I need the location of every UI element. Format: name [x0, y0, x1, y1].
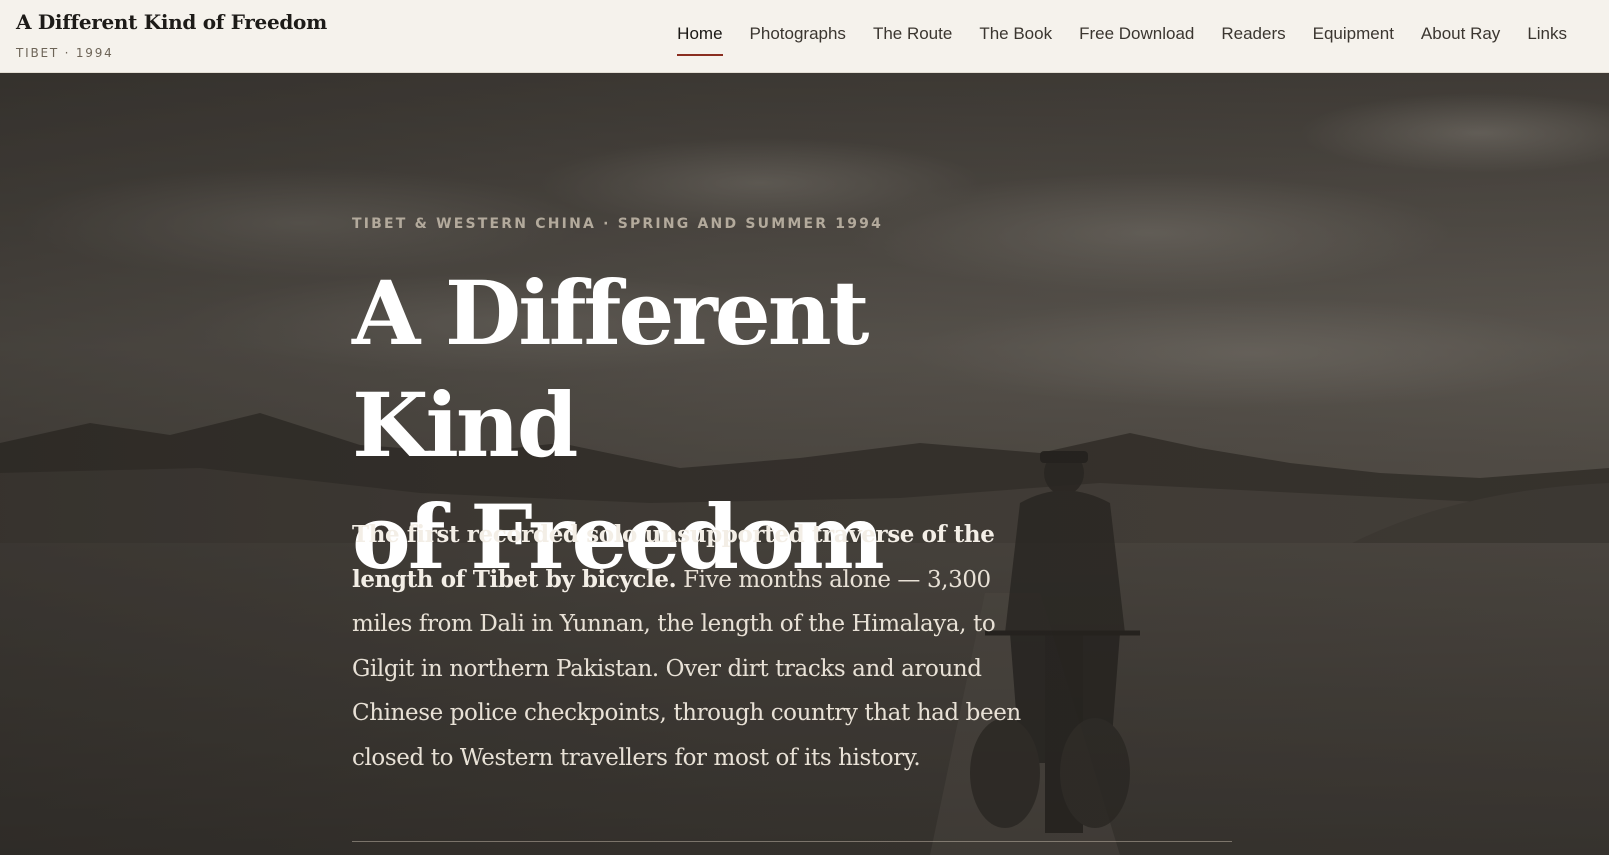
site-header: A Different Kind of Freedom TIBET · 1994…	[0, 0, 1609, 73]
site-title[interactable]: A Different Kind of Freedom	[16, 10, 327, 34]
hero-lead: The first recorded solo unsupported trav…	[352, 513, 1042, 780]
nav-item-home[interactable]: Home	[677, 0, 723, 73]
nav-item-links[interactable]: Links	[1527, 0, 1567, 73]
main-nav: Home Photographs The Route The Book Free…	[677, 0, 1567, 73]
nav-item-equipment[interactable]: Equipment	[1313, 0, 1394, 73]
nav-item-the-book[interactable]: The Book	[979, 0, 1052, 73]
nav-item-readers[interactable]: Readers	[1221, 0, 1285, 73]
hero-eyebrow: TIBET & WESTERN CHINA · SPRING AND SUMME…	[352, 216, 884, 232]
nav-item-photographs[interactable]: Photographs	[750, 0, 846, 73]
hero-lead-text: Five months alone — 3,300 miles from Dal…	[352, 566, 1021, 771]
nav-item-about-ray[interactable]: About Ray	[1421, 0, 1500, 73]
hero-divider	[352, 841, 1232, 842]
nav-item-the-route[interactable]: The Route	[873, 0, 952, 73]
hero-section: TIBET & WESTERN CHINA · SPRING AND SUMME…	[0, 73, 1609, 855]
nav-item-free-download[interactable]: Free Download	[1079, 0, 1194, 73]
hero-title-line-1: A Different Kind	[352, 261, 869, 477]
site-subtitle: TIBET · 1994	[16, 46, 114, 60]
